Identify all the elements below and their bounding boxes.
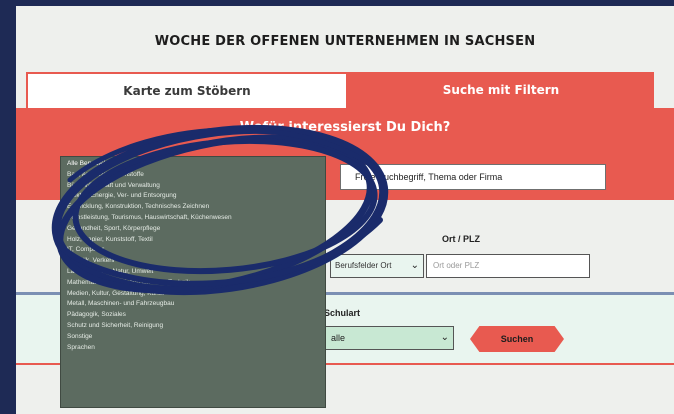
schulart-select-value: alle [331, 333, 346, 343]
dropdown-option[interactable]: Elektro, Energie, Ver- und Entsorgung [61, 191, 325, 202]
dropdown-option[interactable]: Alle Berufsfelder [61, 159, 325, 170]
dropdown-option[interactable]: Mathematik, Naturwissenschaften, Technik [61, 278, 325, 289]
search-question: Wofür interessierst Du Dich? [239, 120, 451, 135]
search-input[interactable]: Freie Suchbegriff, Thema oder Firma [340, 164, 606, 190]
dropdown-option[interactable]: Dienstleistung, Tourismus, Hauswirtschaf… [61, 213, 325, 224]
dropdown-option[interactable]: Sprachen [61, 343, 325, 354]
dropdown-option[interactable]: Sonstige [61, 332, 325, 343]
dropdown-option[interactable]: Gesundheit, Sport, Körperpflege [61, 224, 325, 235]
search-button[interactable]: Suchen [470, 326, 564, 352]
dropdown-option[interactable]: Holz, Papier, Kunststoff, Textil [61, 235, 325, 246]
page-title: WOCHE DER OFFENEN UNTERNEHMEN IN SACHSEN [154, 34, 536, 49]
schulart-label: Schulart [324, 308, 361, 318]
ort-label: Ort / PLZ [442, 234, 480, 244]
dropdown-option[interactable]: Schutz und Sicherheit, Reinigung [61, 321, 325, 332]
chevron-down-icon: ⌄ [410, 260, 419, 271]
tab-map-browse[interactable]: Karte zum Stöbern [26, 72, 348, 108]
dropdown-option[interactable]: IT, Computer [61, 245, 325, 256]
category-dropdown-list[interactable]: Alle Berufsfelder Bau, Architektur, Rohs… [60, 156, 326, 408]
dropdown-option[interactable]: Landwirtschaft, Natur, Umwelt [61, 267, 325, 278]
dropdown-option[interactable]: Pädagogik, Soziales [61, 310, 325, 321]
category-select-value: Berufsfelder Ort [335, 261, 392, 270]
category-select[interactable]: Berufsfelder Ort ⌄ [330, 254, 424, 278]
ort-input[interactable]: Ort oder PLZ [426, 254, 590, 278]
dropdown-option[interactable]: Entwicklung, Konstruktion, Technisches Z… [61, 202, 325, 213]
dropdown-option[interactable]: Medien, Kultur, Gestaltung, Kunst [61, 289, 325, 300]
tab-filter-search[interactable]: Suche mit Filtern [348, 72, 654, 108]
dropdown-option[interactable]: Bau, Architektur, Rohstoffe [61, 170, 325, 181]
dropdown-option[interactable]: Logistik, Verkehr [61, 256, 325, 267]
schulart-select[interactable]: alle ⌄ [324, 326, 454, 350]
dropdown-option[interactable]: Büro, Wirtschaft und Verwaltung [61, 181, 325, 192]
dropdown-option[interactable]: Metall, Maschinen- und Fahrzeugbau [61, 299, 325, 310]
chevron-down-icon: ⌄ [440, 332, 449, 343]
